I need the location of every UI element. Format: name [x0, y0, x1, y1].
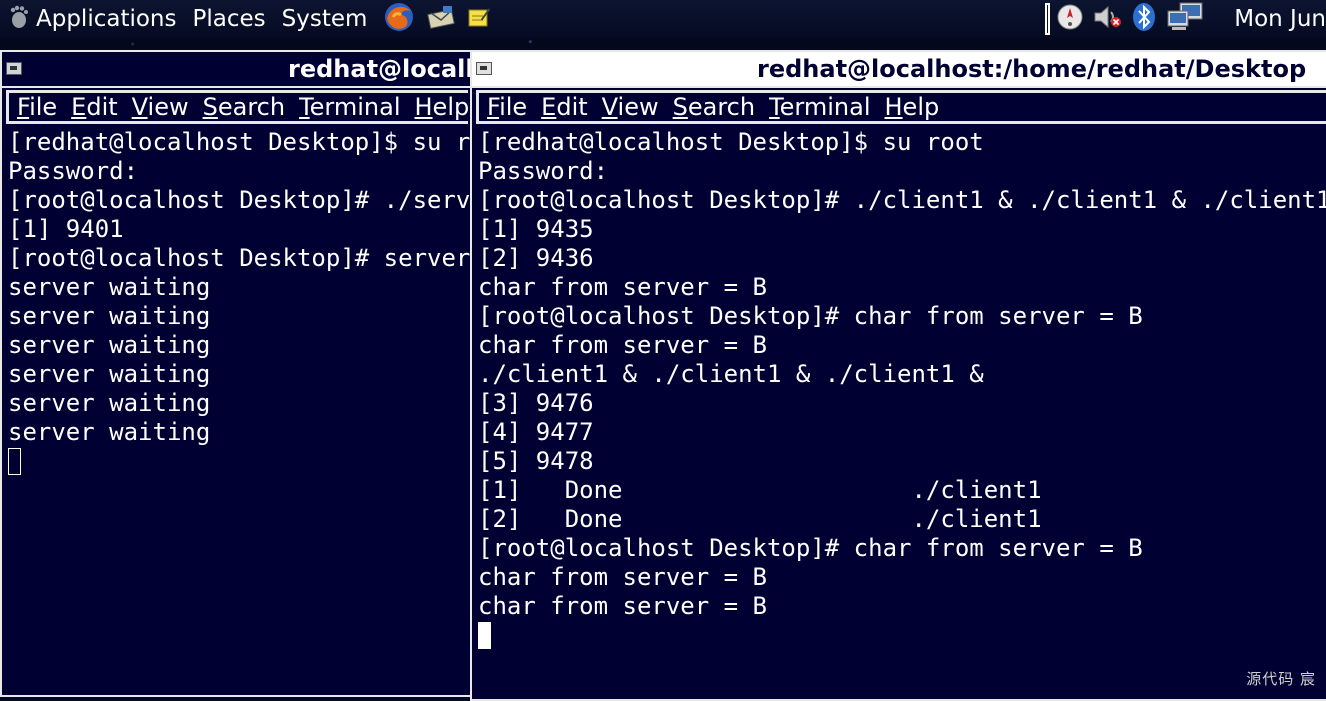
window-menu-button[interactable] [476, 62, 492, 75]
terminal-line: server waiting [8, 273, 211, 301]
notes-icon[interactable] [467, 5, 491, 33]
menu-file[interactable]: File [487, 93, 527, 121]
terminal-line: server waiting [8, 331, 211, 359]
menu-mnemonic: T [299, 93, 310, 121]
menu-search[interactable]: Search [673, 93, 755, 121]
terminal-cursor [478, 622, 491, 649]
right-terminal-window[interactable]: redhat@localhost:/home/redhat/Desktop Fi… [470, 50, 1326, 701]
menu-label-rest: elp [432, 93, 470, 121]
window-title: redhat@localhost:/home/redhat/Desktop [288, 55, 472, 83]
menu-mnemonic: V [601, 93, 618, 121]
terminal-cursor [8, 448, 21, 475]
terminal-line: [1] Done ./client1 [478, 476, 1042, 504]
terminal-line: server waiting [8, 302, 211, 330]
menu-edit[interactable]: Edit [71, 93, 117, 121]
panel-separator [1045, 3, 1051, 35]
menu-search[interactable]: Search [203, 93, 285, 121]
left-titlebar[interactable]: redhat@localhost:/home/redhat/Desktop [2, 52, 472, 88]
places-menu[interactable]: Places [193, 0, 266, 38]
right-menubar: File Edit View Search Terminal Help [476, 90, 1326, 124]
right-titlebar[interactable]: redhat@localhost:/home/redhat/Desktop [472, 52, 1326, 88]
watermark: 源代码 宸 [1246, 670, 1316, 688]
terminal-line: [root@localhost Desktop]# server waiting [8, 244, 471, 272]
menu-label-rest: elp [902, 93, 940, 121]
menu-mnemonic: S [672, 93, 688, 121]
menu-file[interactable]: File [17, 93, 57, 121]
terminal-line: [redhat@localhost Desktop]$ su root [478, 128, 984, 156]
menu-mnemonic: T [769, 93, 780, 121]
mail-icon[interactable] [427, 4, 456, 34]
menu-label-rest: dit [86, 93, 118, 121]
clock[interactable]: Mon Jun [1234, 0, 1326, 38]
terminal-line: server waiting [8, 389, 211, 417]
window-menu-button[interactable] [6, 62, 22, 75]
menu-label-rest: earch [217, 93, 286, 121]
menu-label-rest: iew [617, 93, 659, 121]
terminal-line: char from server = B [478, 563, 767, 591]
terminal-line: [root@localhost Desktop]# ./server & [8, 186, 472, 214]
menu-mnemonic: V [131, 93, 148, 121]
menu-edit[interactable]: Edit [541, 93, 587, 121]
menu-terminal[interactable]: Terminal [299, 93, 400, 121]
gnome-foot-icon[interactable] [8, 5, 30, 33]
terminal-line: Password: [478, 157, 609, 185]
menu-mnemonic: E [541, 93, 557, 121]
terminal-cursor-line [478, 621, 1326, 650]
terminal-line: [3] 9476 [478, 389, 594, 417]
terminal-cursor-line [8, 447, 472, 476]
right-terminal-output[interactable]: [redhat@localhost Desktop]$ su root Passw… [478, 128, 1326, 699]
terminal-line: ./client1 & ./client1 & ./client1 & [478, 360, 984, 388]
menu-label-rest: iew [147, 93, 189, 121]
terminal-line: [5] 9478 [478, 447, 594, 475]
window-title: redhat@localhost:/home/redhat/Desktop [757, 55, 1307, 83]
top-panel: Applications Places System Mon Jun [0, 0, 1326, 38]
terminal-line: Password: [8, 157, 139, 185]
terminal-line: char from server = B [478, 331, 767, 359]
menu-mnemonic: F [487, 93, 500, 121]
applications-menu[interactable]: Applications [36, 0, 177, 38]
menu-help[interactable]: Help [885, 93, 940, 121]
menu-view[interactable]: View [132, 93, 189, 121]
menu-label-rest: erminal [779, 93, 871, 121]
terminal-line: char from server = B [478, 592, 767, 620]
menu-view[interactable]: View [602, 93, 659, 121]
menu-mnemonic: H [884, 93, 903, 121]
notification-icon[interactable] [1056, 3, 1084, 35]
menu-label-rest: dit [556, 93, 588, 121]
terminal-line: [2] 9436 [478, 244, 594, 272]
terminal-line: server waiting [8, 418, 211, 446]
menu-mnemonic: E [71, 93, 87, 121]
speaker-muted-icon[interactable] [1092, 3, 1122, 35]
system-menu[interactable]: System [282, 0, 368, 38]
terminal-line: [root@localhost Desktop]# char from serv… [478, 534, 1143, 562]
menu-mnemonic: H [414, 93, 433, 121]
terminal-line: [2] Done ./client1 [478, 505, 1042, 533]
terminal-line: [1] 9435 [478, 215, 594, 243]
menu-mnemonic: F [17, 93, 30, 121]
left-terminal-output[interactable]: [redhat@localhost Desktop]$ su root Passw… [8, 128, 472, 695]
menu-label-rest: earch [687, 93, 756, 121]
left-menubar: File Edit View Search Terminal Help [6, 90, 470, 124]
menu-mnemonic: S [202, 93, 218, 121]
terminal-line: [redhat@localhost Desktop]$ su root [8, 128, 474, 156]
terminal-line: [4] 9477 [478, 418, 594, 446]
network-icon[interactable] [1166, 1, 1204, 37]
menu-label-rest: ile [29, 93, 58, 121]
terminal-line: [1] 9401 [8, 215, 124, 243]
terminal-line: [root@localhost Desktop]# char from serv… [478, 302, 1143, 330]
terminal-line: char from server = B [478, 273, 767, 301]
menu-label-rest: erminal [309, 93, 401, 121]
left-terminal-window[interactable]: redhat@localhost:/home/redhat/Desktop Fi… [0, 50, 474, 697]
terminal-line: [root@localhost Desktop]# ./client1 & ./… [478, 186, 1326, 214]
menu-help[interactable]: Help [415, 93, 470, 121]
firefox-icon[interactable] [383, 1, 415, 37]
menu-label-rest: ile [499, 93, 528, 121]
menu-terminal[interactable]: Terminal [769, 93, 870, 121]
desktop-background-strip [0, 38, 1326, 50]
bluetooth-icon[interactable] [1132, 2, 1156, 36]
terminal-line: server waiting [8, 360, 211, 388]
